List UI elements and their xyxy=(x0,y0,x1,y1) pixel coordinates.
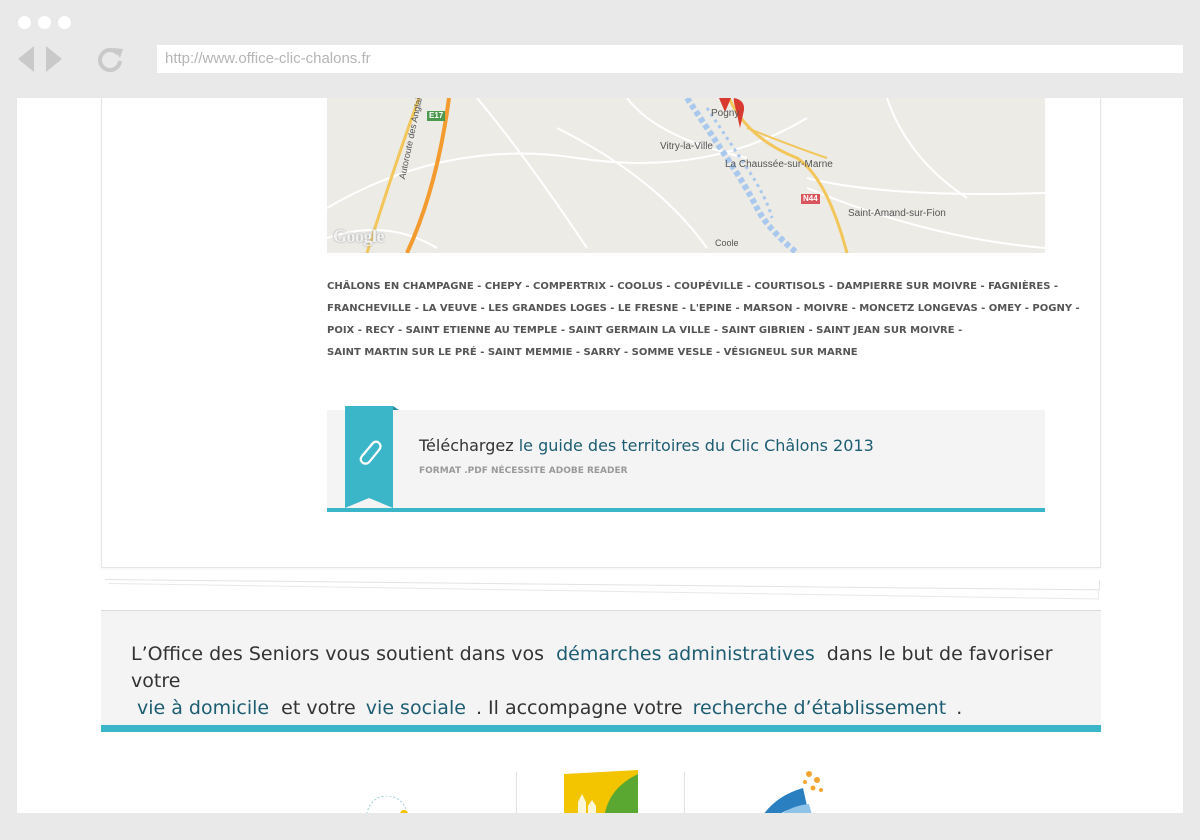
forward-arrow-icon[interactable] xyxy=(44,44,64,74)
map-roads xyxy=(327,98,1045,253)
partner-logos xyxy=(17,758,1183,813)
recherche-etablissement-link[interactable]: recherche d’établissement xyxy=(693,697,947,719)
commune-line: CHÂLONS EN CHAMPAGNE - CHEPY - COMPERTRI… xyxy=(327,281,1059,292)
demarches-link[interactable]: démarches administratives xyxy=(556,643,815,665)
territory-map[interactable]: E17 N44 Pogny Vitry-la-Ville La Chaussée… xyxy=(327,98,1045,253)
reload-icon[interactable] xyxy=(96,45,124,73)
vie-sociale-link[interactable]: vie sociale xyxy=(366,697,466,719)
page-viewport: E17 N44 Pogny Vitry-la-Ville La Chaussée… xyxy=(17,98,1183,813)
window-maximize-dot[interactable] xyxy=(58,16,71,29)
google-logo: Google xyxy=(333,226,385,246)
info-text-part: . xyxy=(956,697,963,719)
address-bar[interactable]: http://www.office-clic-chalons.fr xyxy=(157,45,1183,73)
download-subtitle: FORMAT .PDF NÉCESSITE ADOBE READER xyxy=(419,466,628,476)
info-text-part: . Il accompagne votre xyxy=(475,697,683,719)
partner-logo-chalons[interactable] xyxy=(564,770,640,813)
download-prefix: Téléchargez xyxy=(419,436,514,455)
info-text: L’Office des Seniors vous soutient dans … xyxy=(131,641,1081,722)
download-title: Téléchargez le guide des territoires du … xyxy=(419,436,874,455)
map-label-vitry: Vitry-la-Ville xyxy=(660,141,713,152)
road-badge-e17: E17 xyxy=(427,111,446,121)
commune-list: CHÂLONS EN CHAMPAGNE - CHEPY - COMPERTRI… xyxy=(327,276,1080,364)
map-label-coole: Coole xyxy=(715,238,739,248)
commune-line: POIX - RECY - SAINT ETIENNE AU TEMPLE - … xyxy=(327,325,963,336)
ribbon-bookmark xyxy=(345,406,399,508)
back-arrow-icon[interactable] xyxy=(16,44,36,74)
window-minimize-dot[interactable] xyxy=(38,16,51,29)
logo-divider xyxy=(516,772,517,813)
vie-domicile-link[interactable]: vie à domicile xyxy=(137,697,269,719)
info-text-part: et votre xyxy=(281,697,356,719)
info-band: L’Office des Seniors vous soutient dans … xyxy=(101,610,1101,732)
guide-download-box: Téléchargez le guide des territoires du … xyxy=(327,406,1045,512)
commune-line: FRANCHEVILLE - LA VEUVE - LES GRANDES LO… xyxy=(327,303,1080,314)
browser-chrome: http://www.office-clic-chalons.fr xyxy=(0,0,1200,98)
paperclip-icon xyxy=(359,440,382,465)
info-text-part: L’Office des Seniors vous soutient dans … xyxy=(131,643,545,665)
url-text: http://www.office-clic-chalons.fr xyxy=(165,50,371,67)
road-badge-n44: N44 xyxy=(801,194,820,204)
window-close-dot[interactable] xyxy=(18,16,31,29)
map-label-saint-amand: Saint-Amand-sur-Fion xyxy=(848,208,946,219)
partner-logo-social[interactable] xyxy=(362,796,412,813)
commune-line: SAINT MARTIN SUR LE PRÉ - SAINT MEMMIE -… xyxy=(327,347,858,358)
map-label-chaussee: La Chaussée-sur-Marne xyxy=(725,159,833,170)
guide-download-link[interactable]: le guide des territoires du Clic Châlons… xyxy=(519,436,874,455)
logo-divider xyxy=(684,772,685,813)
partner-logo-blue[interactable] xyxy=(757,766,829,813)
map-label-pogny: Pogny xyxy=(711,108,740,119)
